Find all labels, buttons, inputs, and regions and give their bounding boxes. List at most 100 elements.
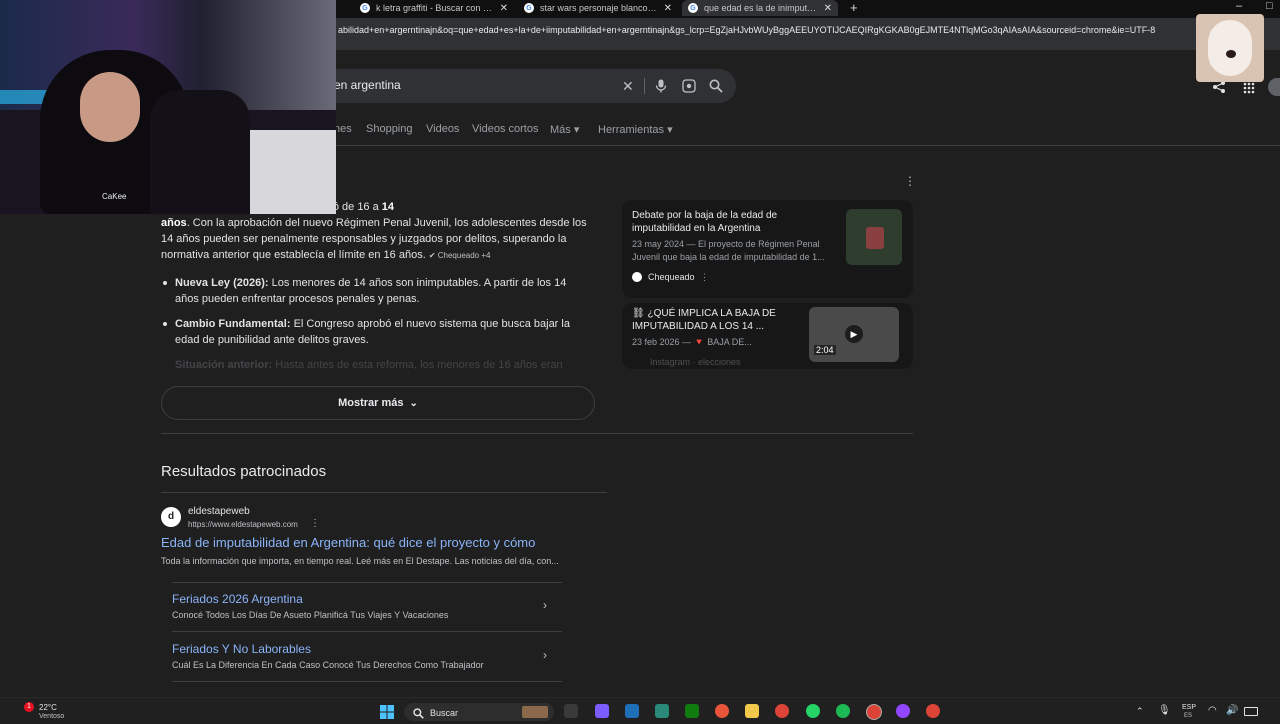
sitelink-divider xyxy=(172,582,562,583)
close-tab-icon[interactable]: ✕ xyxy=(818,3,832,14)
whatsapp-icon[interactable] xyxy=(806,704,820,718)
tab-tools[interactable]: Herramientas ▾ xyxy=(598,123,673,136)
close-tab-icon[interactable]: ✕ xyxy=(658,3,672,14)
volume-icon[interactable]: 🔊 xyxy=(1226,705,1238,716)
file-explorer-icon[interactable] xyxy=(745,704,759,718)
more-options-icon[interactable]: ⋮ xyxy=(310,518,320,529)
source-card-1-title[interactable]: Debate por la baja de la edad de imputab… xyxy=(632,209,837,235)
source-card-1-snippet: 23 may 2024 — El proyecto de Régimen Pen… xyxy=(632,239,825,262)
new-tab-button[interactable]: + xyxy=(850,0,858,15)
webcam-watermark: CaKee xyxy=(102,192,127,201)
site-url[interactable]: https://www.eldestapeweb.com xyxy=(188,520,298,529)
bullet-item-2: Cambio Fundamental: El Congreso aprobó e… xyxy=(175,318,570,330)
copilot-icon[interactable] xyxy=(595,704,609,718)
windows-start-icon[interactable] xyxy=(380,705,394,724)
language-sub: ES xyxy=(1184,713,1193,719)
minimize-button[interactable]: – xyxy=(1236,0,1242,12)
maximize-icon[interactable]: □ xyxy=(1266,0,1273,12)
source-card-2-title[interactable]: ⛓ ¿QUÉ IMPLICA LA BAJA DE IMPUTABILIDAD … xyxy=(632,307,792,333)
chevron-right-icon[interactable]: › xyxy=(543,598,547,612)
source-card-1-thumbnail xyxy=(846,209,902,265)
source-card-2-source: Instagram · elecciones xyxy=(650,357,741,367)
chevron-down-icon: ⌄ xyxy=(409,397,418,409)
sitelink-title[interactable]: Feriados Y No Laborables xyxy=(172,642,552,656)
divider xyxy=(644,78,645,94)
answer-line-4: normativa anterior que establecía el lím… xyxy=(161,249,491,261)
xbox-icon[interactable] xyxy=(685,704,699,718)
chrome-icon[interactable] xyxy=(775,704,789,718)
tab-imputabilidad[interactable]: G que edad es la de inimputabilid ✕ xyxy=(682,0,838,16)
video-thumbnail[interactable]: ▶ 2:04 xyxy=(809,307,899,362)
bullet-item-3-faded: Situación anterior: Hasta antes de esta … xyxy=(175,359,563,369)
store-icon[interactable] xyxy=(625,704,639,718)
app-icon[interactable] xyxy=(715,704,729,718)
tab-graffiti[interactable]: G k letra graffiti - Buscar con Goo ✕ xyxy=(360,0,508,16)
sitelink-description: Conocé Todos Los Días De Asueto Planific… xyxy=(172,610,449,620)
answer-line-2: años. Con la aprobación del nuevo Régime… xyxy=(161,217,587,229)
language-indicator[interactable]: ESP xyxy=(1182,704,1196,711)
sitelink-divider xyxy=(172,631,562,632)
microphone-icon[interactable] xyxy=(655,79,667,98)
taskbar xyxy=(0,697,1280,721)
tab-short-videos[interactable]: Videos cortos xyxy=(472,123,538,135)
google-icon: G xyxy=(688,3,698,13)
search-icon[interactable] xyxy=(709,79,723,98)
ad-description: Toda la información que importa, en tiem… xyxy=(161,556,559,566)
weather-temp[interactable]: 22°C xyxy=(39,703,57,712)
more-options-icon[interactable]: ⋮ xyxy=(700,271,709,284)
avatar-overlay xyxy=(1196,14,1264,82)
sitelink-title[interactable]: Feriados 2026 Argentina xyxy=(172,592,552,606)
chrome-icon[interactable] xyxy=(926,704,940,718)
profile-avatar[interactable] xyxy=(1268,78,1280,96)
apps-grid-icon[interactable] xyxy=(1243,81,1255,99)
sponsored-heading: Resultados patrocinados xyxy=(161,463,327,480)
checked-source-badge[interactable]: ✔ Chequeado +4 xyxy=(429,251,491,260)
bullet-dot xyxy=(163,322,167,326)
sitelink-description: Cuál Es La Diferencia En Cada Caso Conoc… xyxy=(172,660,484,670)
ad-title-link[interactable]: Edad de imputabilidad en Argentina: qué … xyxy=(161,535,535,550)
app-icon[interactable] xyxy=(896,704,910,718)
edge-icon[interactable] xyxy=(655,704,669,718)
more-options-icon[interactable]: ⋮ xyxy=(904,174,916,188)
notification-badge: 1 xyxy=(24,702,34,712)
tab-videos[interactable]: Videos xyxy=(426,123,459,135)
source-card-1-source: Chequeado xyxy=(648,272,695,282)
tab-images[interactable]: nes xyxy=(334,123,352,135)
microphone-icon[interactable]: 🎙 xyxy=(1158,705,1171,716)
search-input[interactable]: en argentina xyxy=(334,78,401,92)
bullet-dot xyxy=(163,281,167,285)
address-bar[interactable]: abilidad+en+argerntinajn&oq=que+edad+es+… xyxy=(338,25,1198,35)
answer-line-3: 14 años pueden ser penalmente responsabl… xyxy=(161,233,567,245)
section-divider xyxy=(161,433,913,434)
weather-condition: Ventoso xyxy=(39,713,65,720)
video-duration: 2:04 xyxy=(814,345,836,355)
spotify-icon[interactable] xyxy=(836,704,850,718)
show-more-button[interactable]: Mostrar más ⌄ xyxy=(161,386,595,420)
close-tab-icon[interactable]: ✕ xyxy=(494,3,508,14)
chequeado-logo-icon xyxy=(632,272,642,282)
webcam-overlay: CaKee xyxy=(0,0,336,214)
share-icon[interactable] xyxy=(1212,80,1226,99)
tab-more[interactable]: Más ▾ xyxy=(550,123,579,136)
google-icon: G xyxy=(360,3,370,13)
site-favicon-icon: d xyxy=(161,507,181,527)
chevron-up-icon[interactable]: ⌃ xyxy=(1136,706,1144,717)
task-view-icon[interactable] xyxy=(564,704,578,718)
google-icon: G xyxy=(524,3,534,13)
lens-icon[interactable] xyxy=(682,79,696,98)
chevron-right-icon[interactable]: › xyxy=(543,648,547,662)
play-icon[interactable]: ▶ xyxy=(845,325,863,343)
bullet-item-1-cont: años pueden enfrentar procesos penales y… xyxy=(175,293,420,305)
bullet-item-1: Nueva Ley (2026): Los menores de 14 años… xyxy=(175,277,567,289)
tab-shopping[interactable]: Shopping xyxy=(366,123,413,135)
battery-icon[interactable] xyxy=(1244,707,1258,716)
chrome-active-icon[interactable] xyxy=(866,704,882,720)
site-name[interactable]: eldestapeweb xyxy=(188,506,250,517)
search-icon xyxy=(413,706,424,724)
taskbar-search-label: Buscar xyxy=(430,708,459,718)
search-highlight-icon xyxy=(522,706,548,718)
clear-icon[interactable]: ✕ xyxy=(622,78,634,95)
wifi-icon[interactable]: ◠ xyxy=(1208,705,1217,716)
tab-star-wars[interactable]: G star wars personaje blanco - Bu ✕ xyxy=(524,0,672,16)
section-divider xyxy=(161,492,607,493)
